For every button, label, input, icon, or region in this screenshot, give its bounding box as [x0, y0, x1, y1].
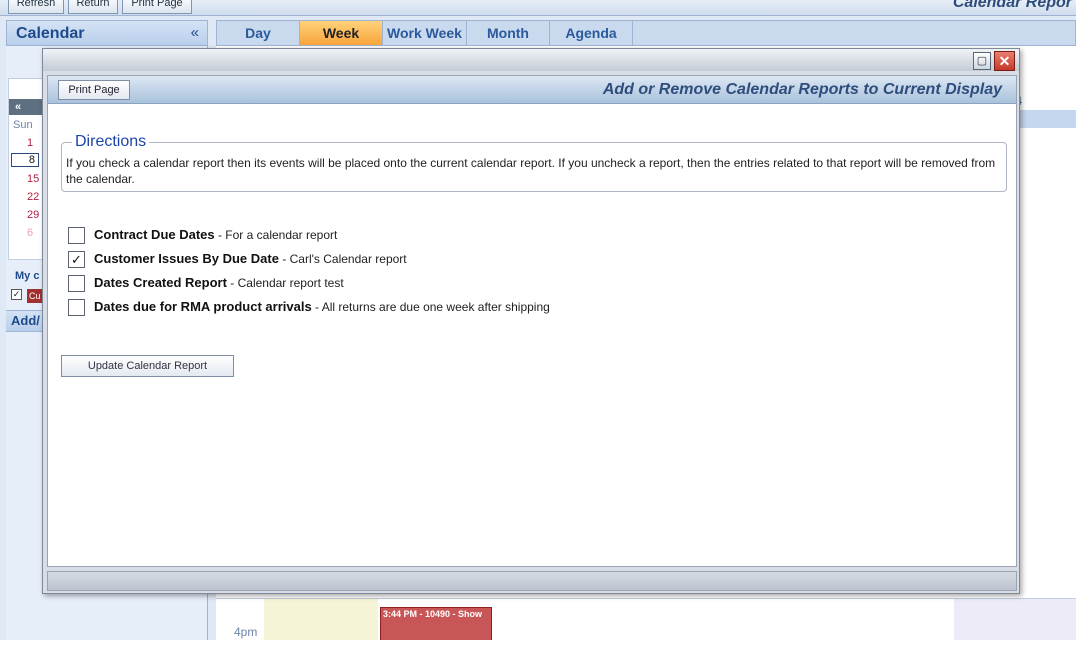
refresh-button[interactable]: Refresh — [8, 0, 64, 14]
report-label[interactable]: Contract Due Dates - For a calendar repo… — [94, 227, 337, 242]
report-checkbox[interactable] — [68, 275, 85, 292]
dialog-header: Print Page Add or Remove Calendar Report… — [48, 76, 1016, 104]
calendar-event[interactable]: 3:44 PM - 10490 - Show — [380, 607, 492, 640]
directions-box: Directions If you check a calendar repor… — [61, 133, 1007, 192]
tab-week[interactable]: Week — [300, 21, 383, 45]
collapse-sidebar-icon[interactable]: « — [191, 24, 199, 41]
weekend-column — [954, 599, 1076, 640]
report-label[interactable]: Dates Created Report - Calendar report t… — [94, 275, 344, 290]
dialog-title: Add or Remove Calendar Reports to Curren… — [602, 81, 1002, 98]
mini-calendar-day[interactable]: 1 — [27, 137, 33, 149]
report-checkbox[interactable] — [68, 299, 85, 316]
report-name: Dates Created Report — [94, 275, 227, 290]
maximize-icon[interactable]: ▢ — [973, 52, 991, 70]
sidebar-title: Calendar — [16, 25, 85, 42]
tab-agenda[interactable]: Agenda — [550, 21, 633, 45]
report-label[interactable]: Customer Issues By Due Date - Carl's Cal… — [94, 251, 407, 266]
dialog-titlebar[interactable]: ▢ ✕ — [43, 49, 1019, 71]
report-name: Dates due for RMA product arrivals — [94, 299, 312, 314]
mini-calendar-day[interactable]: 29 — [27, 209, 39, 221]
report-description: - For a calendar report — [214, 228, 338, 242]
mini-calendar-day[interactable]: 6 — [27, 227, 33, 239]
report-description: - Carl's Calendar report — [278, 252, 407, 266]
toolbar-print-button[interactable]: Print Page — [122, 0, 192, 14]
report-description: - Calendar report test — [226, 276, 344, 290]
tab-month[interactable]: Month — [467, 21, 550, 45]
dialog-content: Print Page Add or Remove Calendar Report… — [47, 75, 1017, 567]
print-page-button[interactable]: Print Page — [58, 80, 130, 100]
hour-label: 4pm — [234, 625, 258, 639]
today-column — [264, 599, 378, 640]
sidebar-header: Calendar « — [6, 20, 208, 46]
return-button[interactable]: Return — [68, 0, 118, 14]
view-tabs: Day Week Work Week Month Agenda — [216, 20, 1076, 46]
top-toolbar: Refresh Return Print Page Calendar Repor — [0, 0, 1076, 16]
grid-time-row: 4pm 3:44 PM - 10490 - Show — [216, 598, 1076, 640]
mini-calendar-day[interactable]: 22 — [27, 191, 39, 203]
close-icon[interactable]: ✕ — [994, 51, 1015, 71]
report-name: Customer Issues By Due Date — [94, 251, 279, 266]
mini-calendar-day-current[interactable]: 8 — [11, 153, 39, 167]
mini-calendar-prev-icon[interactable]: « — [9, 99, 45, 115]
mini-calendar: « Sun 1 8 15 22 29 6 — [8, 78, 45, 260]
sidebar-add-header[interactable]: Add/ — [6, 310, 46, 332]
report-checkbox[interactable]: ✓ — [68, 251, 85, 268]
mini-calendar-day[interactable]: 15 — [27, 173, 39, 185]
my-calendar-checkbox[interactable]: ✓ — [11, 289, 22, 300]
report-label[interactable]: Dates due for RMA product arrivals - All… — [94, 299, 550, 314]
tab-work-week[interactable]: Work Week — [383, 21, 467, 45]
update-calendar-report-button[interactable]: Update Calendar Report — [61, 355, 234, 377]
mini-calendar-weekday: Sun — [13, 119, 33, 131]
tab-day[interactable]: Day — [217, 21, 300, 45]
report-description: - All returns are due one week after shi… — [311, 300, 550, 314]
report-name: Contract Due Dates — [94, 227, 215, 242]
dialog-footer — [47, 571, 1017, 591]
reports-dialog: ▢ ✕ Print Page Add or Remove Calendar Re… — [42, 48, 1020, 594]
directions-heading: Directions — [72, 133, 150, 151]
app-title: Calendar Repor — [952, 0, 1072, 11]
my-calendars-label: My c — [15, 270, 40, 282]
report-checkbox[interactable] — [68, 227, 85, 244]
directions-text: If you check a calendar report then its … — [66, 156, 996, 186]
